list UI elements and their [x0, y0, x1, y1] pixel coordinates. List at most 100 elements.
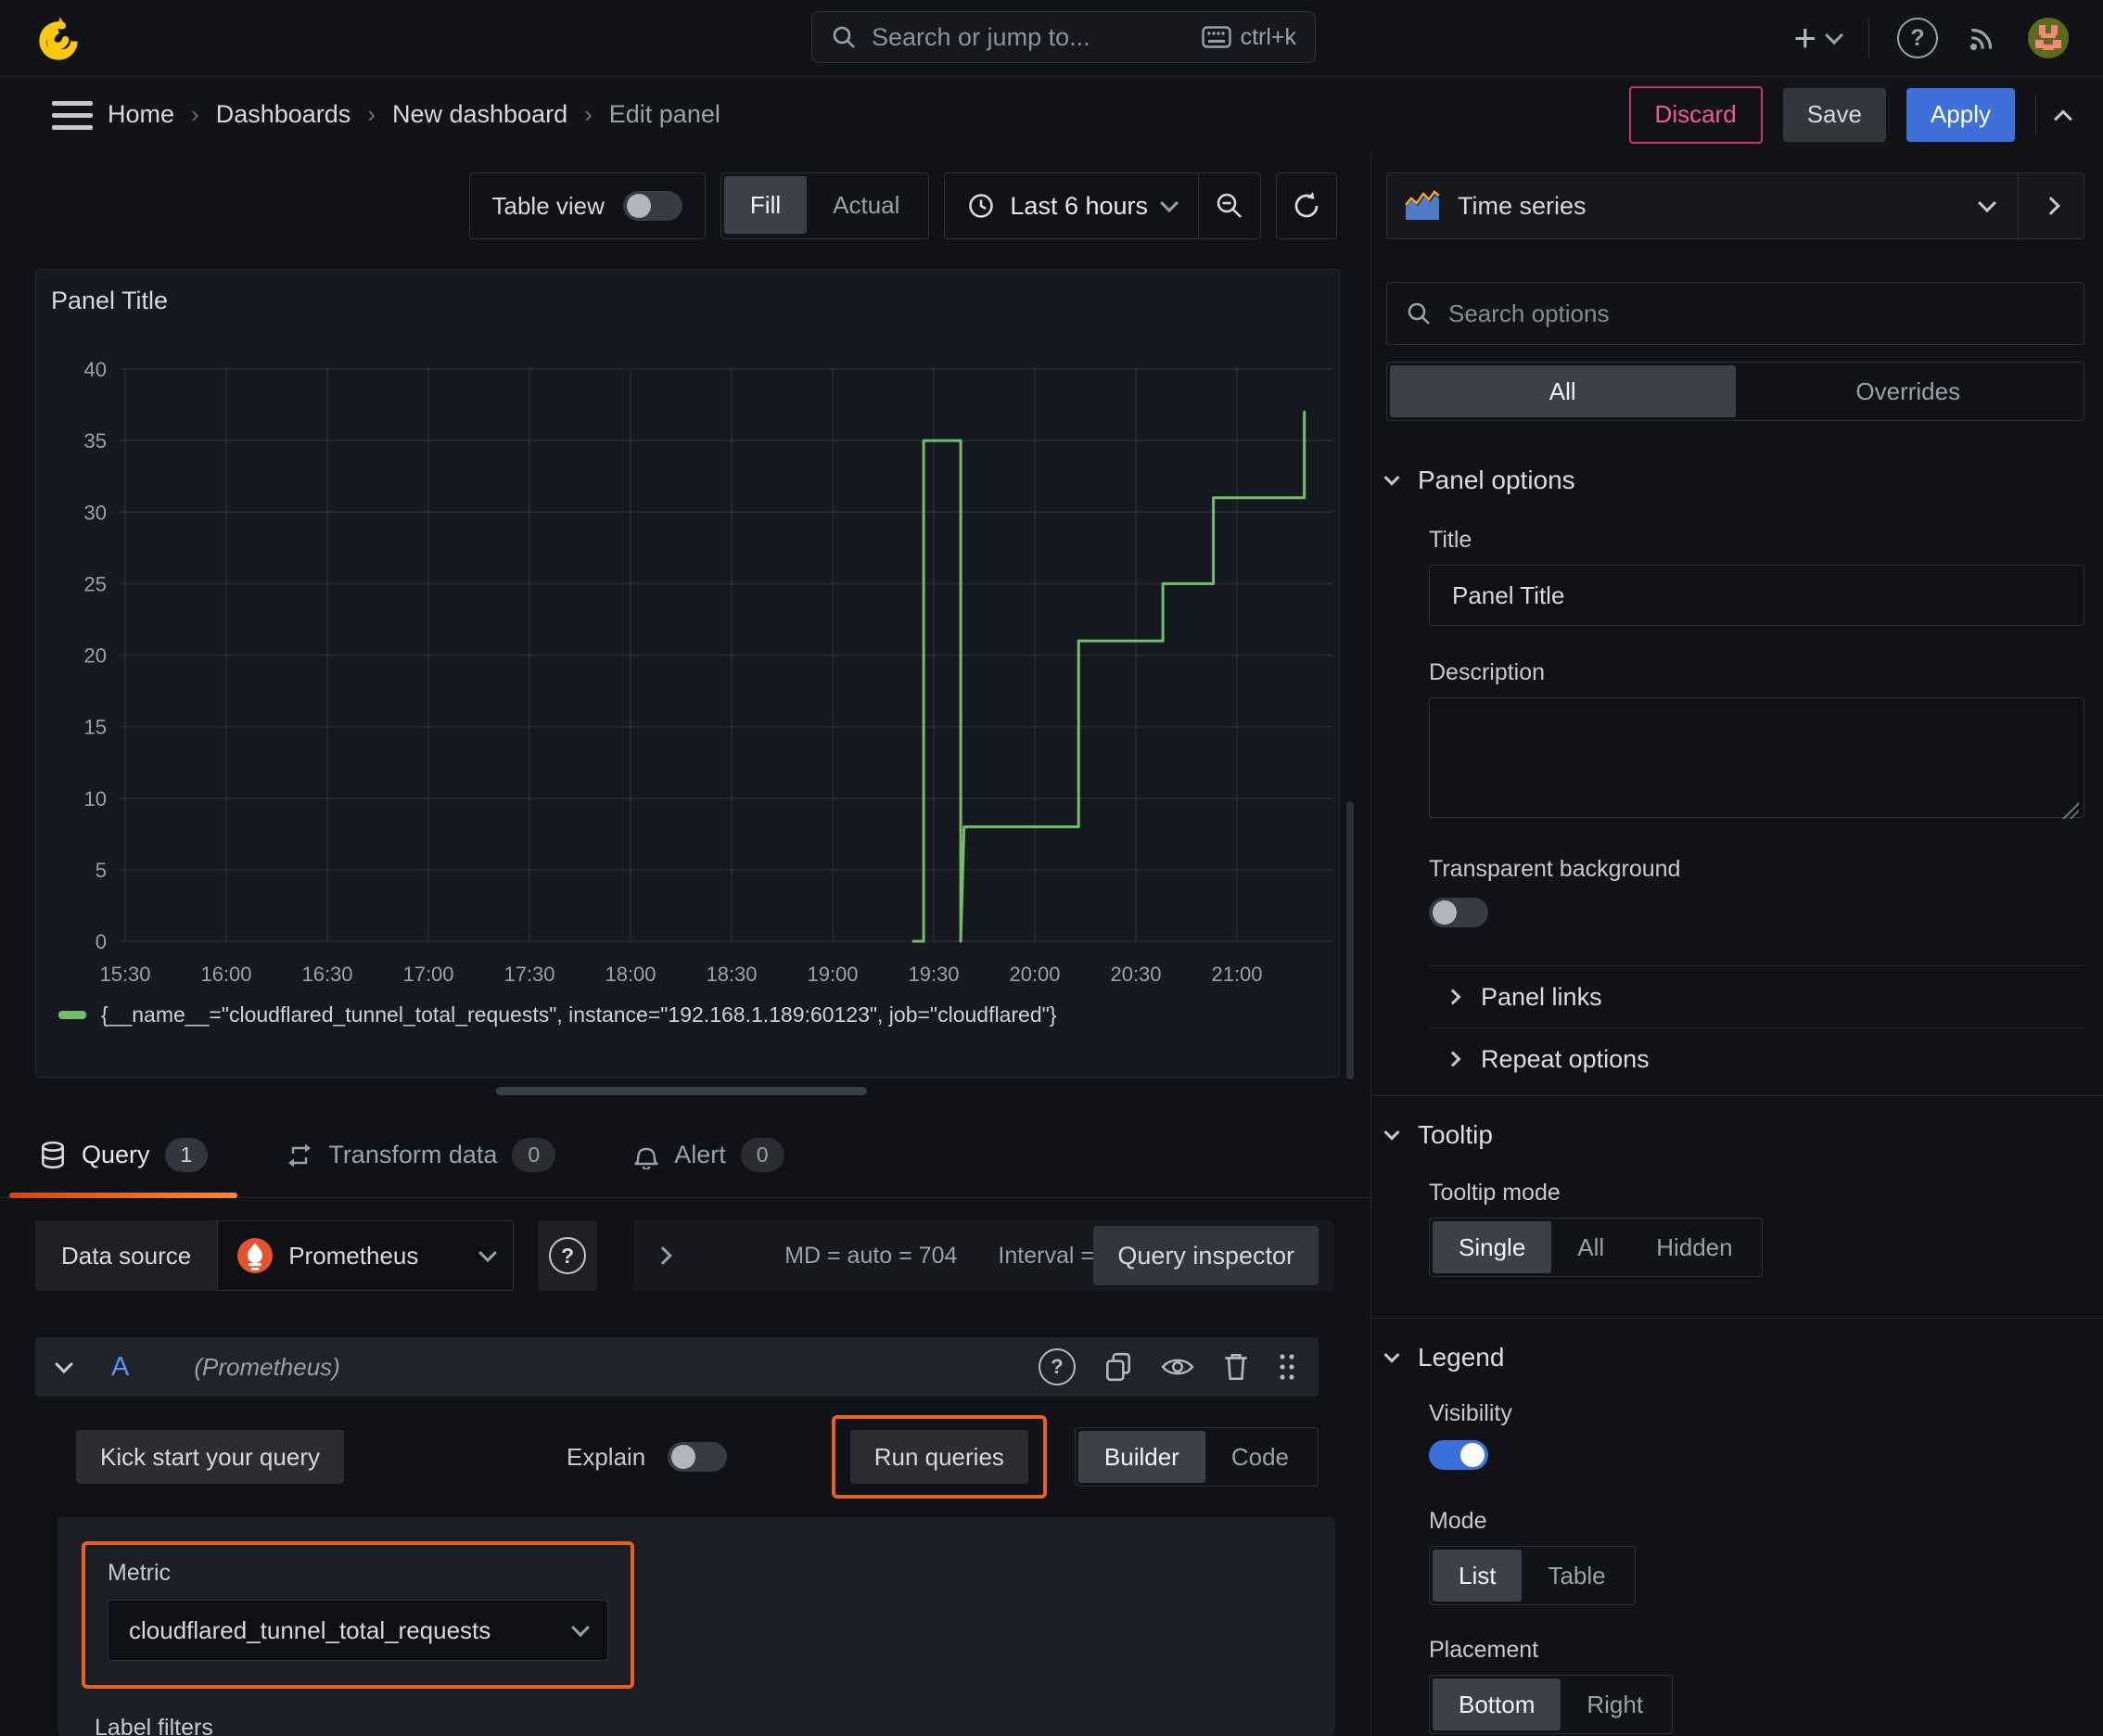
- news-rss-icon[interactable]: [1966, 21, 1999, 55]
- legend-series-name[interactable]: {__name__="cloudflared_tunnel_total_requ…: [101, 1002, 1056, 1028]
- chevron-down-icon: [1383, 1347, 1400, 1363]
- legend-swatch: [58, 1011, 86, 1019]
- legend-header[interactable]: Legend: [1383, 1343, 2084, 1372]
- breadcrumb-new-dashboard[interactable]: New dashboard: [392, 100, 567, 129]
- avatar[interactable]: [2027, 17, 2070, 59]
- discard-button[interactable]: Discard: [1628, 85, 1763, 144]
- tab-all[interactable]: All: [1390, 365, 1736, 417]
- query-inspector-button[interactable]: Query inspector: [1093, 1226, 1319, 1285]
- tooltip-all-option[interactable]: All: [1551, 1221, 1630, 1273]
- chevron-right-icon: [2042, 197, 2060, 215]
- tooltip-header[interactable]: Tooltip: [1383, 1120, 2084, 1150]
- code-option[interactable]: Code: [1205, 1431, 1315, 1483]
- legend-list-option[interactable]: List: [1433, 1550, 1523, 1602]
- repeat-options-section[interactable]: Repeat options: [1386, 1028, 2084, 1090]
- vertical-scrollbar[interactable]: [1346, 801, 1354, 1079]
- search-icon: [831, 24, 857, 50]
- panel-toolbar: Table view Fill Actual Last 6 hours: [468, 172, 1337, 239]
- pane-resize-handle[interactable]: [496, 1087, 867, 1095]
- time-series-viz-icon: [1404, 190, 1441, 222]
- chart-legend[interactable]: {__name__="cloudflared_tunnel_total_requ…: [58, 1002, 1056, 1028]
- query-row-header[interactable]: A (Prometheus) ?: [35, 1337, 1319, 1397]
- divider: [1868, 18, 1869, 58]
- chevron-down-icon: [1978, 194, 1996, 213]
- svg-text:35: 35: [84, 429, 107, 453]
- resize-handle[interactable]: [2062, 802, 2079, 819]
- query-help-icon[interactable]: ?: [1039, 1348, 1076, 1385]
- plus-icon: +: [1793, 16, 1816, 59]
- breadcrumb-home[interactable]: Home: [108, 100, 174, 129]
- shortcut-hint: ctrl+k: [1201, 24, 1296, 51]
- edit-panel-main: Table view Fill Actual Last 6 hours Pane…: [0, 152, 1370, 1736]
- builder-option[interactable]: Builder: [1077, 1431, 1205, 1483]
- tooltip-single-option[interactable]: Single: [1433, 1221, 1552, 1273]
- explain-label: Explain: [566, 1442, 646, 1471]
- apply-button[interactable]: Apply: [1905, 87, 2015, 142]
- metric-select[interactable]: cloudflared_tunnel_total_requests: [108, 1600, 608, 1661]
- chevron-down-icon: [478, 1244, 498, 1263]
- grafana-logo-icon[interactable]: [33, 13, 83, 71]
- collapse-query-icon[interactable]: [55, 1355, 73, 1374]
- panel-options-header[interactable]: Panel options: [1383, 466, 2084, 495]
- svg-text:19:30: 19:30: [908, 963, 959, 986]
- save-button[interactable]: Save: [1782, 87, 1886, 142]
- actual-option[interactable]: Actual: [807, 176, 925, 234]
- zoom-out-button[interactable]: [1199, 173, 1260, 238]
- placement-right-option[interactable]: Right: [1561, 1679, 1669, 1730]
- refresh-button[interactable]: [1276, 172, 1337, 239]
- tab-overrides[interactable]: Overrides: [1736, 365, 2082, 417]
- transform-count-badge: 0: [512, 1138, 556, 1172]
- svg-text:20:30: 20:30: [1110, 963, 1161, 986]
- menu-toggle-icon[interactable]: [52, 101, 93, 130]
- options-search[interactable]: [1386, 282, 2084, 345]
- run-queries-button[interactable]: Run queries: [849, 1430, 1028, 1484]
- legend-placement-label: Placement: [1429, 1637, 1539, 1663]
- visibility-label: Visibility: [1429, 1400, 1512, 1426]
- fill-option[interactable]: Fill: [723, 176, 808, 234]
- query-section-tabs: Query 1 Transform data 0 Alert 0: [0, 1113, 1370, 1198]
- legend-visibility-toggle[interactable]: [1429, 1440, 1488, 1470]
- svg-text:15: 15: [84, 716, 107, 739]
- panel-title-input[interactable]: [1450, 580, 2063, 611]
- panel-title-field[interactable]: [1429, 565, 2084, 626]
- tooltip-mode-switch: Single All Hidden: [1429, 1218, 1763, 1277]
- query-count-badge: 1: [164, 1138, 209, 1172]
- legend-placement-switch: Bottom Right: [1429, 1675, 1674, 1734]
- transparent-background-toggle[interactable]: [1429, 898, 1488, 927]
- hide-query-eye-icon[interactable]: [1161, 1355, 1194, 1379]
- chevron-down-icon: [1383, 469, 1400, 486]
- panel-links-section[interactable]: Panel links: [1386, 966, 2084, 1028]
- options-search-input[interactable]: [1447, 298, 2065, 329]
- kick-start-button[interactable]: Kick start your query: [76, 1430, 344, 1484]
- chevron-right-icon: [654, 1246, 673, 1265]
- placement-bottom-option[interactable]: Bottom: [1433, 1679, 1561, 1730]
- panel-preview[interactable]: Panel Title 0 5 10 15 20 25 30 35 40 15:30 16:00 16…: [35, 269, 1340, 1078]
- time-series-chart[interactable]: 0 5 10 15 20 25 30 35 40 15:30 16:00 16:30 17:00 17:3…: [36, 321, 1339, 1007]
- new-menu-button[interactable]: +: [1793, 16, 1843, 59]
- description-input[interactable]: [1429, 697, 2084, 818]
- datasource-picker[interactable]: Prometheus: [217, 1220, 515, 1291]
- delete-query-icon[interactable]: [1222, 1351, 1250, 1383]
- collapse-pane-icon[interactable]: [2054, 108, 2072, 128]
- drag-handle-icon[interactable]: [1278, 1352, 1296, 1382]
- chevron-right-icon: [1445, 989, 1461, 1005]
- help-icon[interactable]: ?: [1897, 18, 1938, 58]
- time-range-picker[interactable]: Last 6 hours: [945, 173, 1198, 238]
- tab-alert[interactable]: Alert 0: [604, 1113, 813, 1197]
- tab-query[interactable]: Query 1: [9, 1113, 238, 1198]
- global-search[interactable]: Search or jump to... ctrl+k: [811, 11, 1316, 63]
- datasource-help-button[interactable]: ?: [538, 1220, 598, 1291]
- tooltip-hidden-option[interactable]: Hidden: [1630, 1221, 1758, 1273]
- breadcrumb-dashboards[interactable]: Dashboards: [216, 100, 351, 129]
- options-pane: Time series All Overrides Panel options …: [1370, 152, 2103, 1736]
- duplicate-query-icon[interactable]: [1103, 1351, 1133, 1383]
- visualization-picker[interactable]: Time series: [1386, 172, 2084, 239]
- svg-text:17:30: 17:30: [503, 963, 554, 986]
- open-viz-list-button[interactable]: [2018, 173, 2084, 238]
- chevron-down-icon: [571, 1618, 590, 1638]
- table-view-toggle[interactable]: [622, 191, 682, 221]
- tab-transform-data[interactable]: Transform data 0: [256, 1113, 585, 1197]
- legend-table-option[interactable]: Table: [1522, 1550, 1631, 1602]
- transparent-background-label: Transparent background: [1429, 856, 1681, 882]
- explain-toggle[interactable]: [668, 1442, 728, 1472]
